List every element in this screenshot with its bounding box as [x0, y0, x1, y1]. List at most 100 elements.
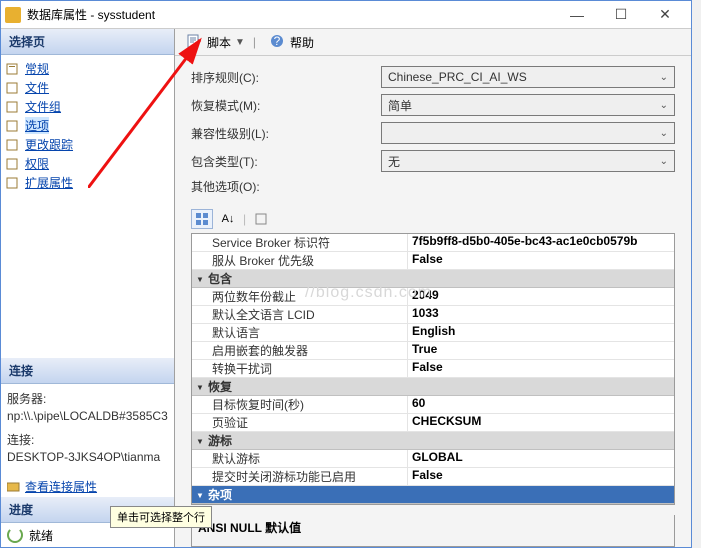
- window-buttons: — ☐ ✕: [555, 3, 687, 27]
- property-category[interactable]: ▾包含: [192, 270, 674, 288]
- page-icon: [5, 138, 21, 152]
- contain-label: 包含类型(T):: [191, 153, 381, 170]
- view-connection-link[interactable]: 查看连接属性: [1, 476, 174, 497]
- help-icon: ?: [270, 34, 286, 50]
- contain-combo[interactable]: 无⌄: [381, 150, 675, 172]
- other-label: 其他选项(O):: [191, 178, 381, 195]
- select-page-header: 选择页: [1, 29, 174, 55]
- connection-label: 连接:: [7, 431, 168, 448]
- sidebar-item-options[interactable]: 选项: [3, 116, 172, 135]
- connection-value: DESKTOP-3JKS4OP\tianma: [7, 450, 168, 464]
- property-key: 提交时关闭游标功能已启用: [192, 468, 408, 485]
- sidebar-item-permissions[interactable]: 权限: [3, 154, 172, 173]
- titlebar[interactable]: 数据库属性 - sysstudent — ☐ ✕: [1, 1, 691, 29]
- collation-label: 排序规则(C):: [191, 69, 381, 86]
- compat-label: 兼容性级别(L):: [191, 125, 381, 142]
- compat-combo[interactable]: ⌄: [381, 122, 675, 144]
- other-row: 其他选项(O):: [191, 178, 675, 195]
- recovery-row: 恢复模式(M): 简单⌄: [191, 94, 675, 116]
- page-icon: [5, 100, 21, 114]
- property-value: CHECKSUM: [408, 414, 674, 431]
- category-label: 包含: [208, 270, 232, 287]
- compat-row: 兼容性级别(L): ⌄: [191, 122, 675, 144]
- chevron-down-icon: ⌄: [660, 128, 668, 139]
- collation-combo[interactable]: Chinese_PRC_CI_AI_WS⌄: [381, 66, 675, 88]
- page-icon: [5, 81, 21, 95]
- property-key: Service Broker 标识符: [192, 234, 408, 251]
- chevron-down-icon: ⌄: [660, 100, 668, 111]
- connection-icon: [7, 481, 21, 493]
- property-key: 转换干扰词: [192, 360, 408, 377]
- property-key: 默认全文语言 LCID: [192, 306, 408, 323]
- grid-toolbar: A↓ |: [175, 207, 691, 233]
- property-row[interactable]: 默认游标GLOBAL: [192, 450, 674, 468]
- page-tree: 常规 文件 文件组 选项 更改跟踪 权限 扩展属性: [1, 55, 174, 196]
- property-row[interactable]: Service Broker 标识符7f5b9ff8-d5b0-405e-bc4…: [192, 234, 674, 252]
- property-row[interactable]: 转换干扰词False: [192, 360, 674, 378]
- property-value: True: [408, 342, 674, 359]
- dialog-window: 数据库属性 - sysstudent — ☐ ✕ 选择页 常规 文件 文件组 选…: [0, 0, 692, 548]
- property-key: 页验证: [192, 414, 408, 431]
- sidebar-item-label: 扩展属性: [25, 174, 73, 191]
- sidebar-item-files[interactable]: 文件: [3, 78, 172, 97]
- chevron-down-icon: ⌄: [660, 156, 668, 167]
- property-row[interactable]: ANSI NULL 默认值False: [192, 504, 674, 505]
- property-row[interactable]: 两位数年份截止2049: [192, 288, 674, 306]
- category-label: 游标: [208, 432, 232, 449]
- property-row[interactable]: 默认语言English: [192, 324, 674, 342]
- property-row[interactable]: 提交时关闭游标功能已启用False: [192, 468, 674, 486]
- recovery-label: 恢复模式(M):: [191, 97, 381, 114]
- help-button[interactable]: ? 帮助: [266, 32, 318, 53]
- property-category[interactable]: ▾杂项: [192, 486, 674, 504]
- property-row[interactable]: 服从 Broker 优先级False: [192, 252, 674, 270]
- description-box: ANSI NULL 默认值: [191, 515, 675, 547]
- maximize-button[interactable]: ☐: [599, 3, 643, 27]
- svg-text:?: ?: [274, 34, 281, 48]
- property-key: 默认游标: [192, 450, 408, 467]
- connection-panel: 服务器: np:\\.\pipe\LOCALDB#3585C37 连接: DES…: [1, 384, 174, 476]
- close-button[interactable]: ✕: [643, 3, 687, 27]
- property-value: False: [408, 504, 674, 505]
- property-key: 启用嵌套的触发器: [192, 342, 408, 359]
- script-label: 脚本: [207, 34, 231, 51]
- sidebar: 选择页 常规 文件 文件组 选项 更改跟踪 权限 扩展属性 连接 服务器: np…: [1, 29, 175, 547]
- sidebar-item-label: 文件组: [25, 98, 61, 115]
- sidebar-item-label: 选项: [25, 117, 49, 134]
- toolbar: 脚本 ▼ | ? 帮助: [175, 29, 691, 56]
- minimize-button[interactable]: —: [555, 3, 599, 27]
- properties-button[interactable]: [250, 209, 272, 229]
- property-value: English: [408, 324, 674, 341]
- page-icon: [5, 62, 21, 76]
- property-category[interactable]: ▾游标: [192, 432, 674, 450]
- sidebar-item-label: 权限: [25, 155, 49, 172]
- page-icon: [5, 119, 21, 133]
- property-value: 7f5b9ff8-d5b0-405e-bc43-ac1e0cb0579b: [408, 234, 674, 251]
- main-panel: 脚本 ▼ | ? 帮助 排序规则(C): Chinese_PRC_CI_AI_W…: [175, 29, 691, 547]
- property-key: ANSI NULL 默认值: [192, 504, 408, 505]
- category-label: 杂项: [208, 486, 232, 503]
- view-connection-label: 查看连接属性: [25, 478, 97, 495]
- sidebar-item-general[interactable]: 常规: [3, 59, 172, 78]
- collapse-icon: ▾: [192, 488, 208, 502]
- sidebar-item-changetracking[interactable]: 更改跟踪: [3, 135, 172, 154]
- property-row[interactable]: 启用嵌套的触发器True: [192, 342, 674, 360]
- collation-value: Chinese_PRC_CI_AI_WS: [388, 70, 527, 84]
- property-category[interactable]: ▾恢复: [192, 378, 674, 396]
- sidebar-item-filegroups[interactable]: 文件组: [3, 97, 172, 116]
- contain-value: 无: [388, 153, 400, 170]
- server-label: 服务器:: [7, 390, 168, 407]
- recovery-combo[interactable]: 简单⌄: [381, 94, 675, 116]
- progress-panel: 就绪: [1, 523, 174, 547]
- property-row[interactable]: 默认全文语言 LCID1033: [192, 306, 674, 324]
- property-key: 默认语言: [192, 324, 408, 341]
- collation-row: 排序规则(C): Chinese_PRC_CI_AI_WS⌄: [191, 66, 675, 88]
- property-row[interactable]: 页验证CHECKSUM: [192, 414, 674, 432]
- description-title: ANSI NULL 默认值: [198, 519, 668, 536]
- script-button[interactable]: 脚本 ▼ |: [183, 32, 260, 53]
- sidebar-item-extendedprops[interactable]: 扩展属性: [3, 173, 172, 192]
- property-grid[interactable]: Service Broker 标识符7f5b9ff8-d5b0-405e-bc4…: [191, 233, 675, 505]
- property-row[interactable]: 目标恢复时间(秒)60: [192, 396, 674, 414]
- categorized-button[interactable]: [191, 209, 213, 229]
- alphabetical-button[interactable]: A↓: [217, 209, 239, 229]
- property-value: GLOBAL: [408, 450, 674, 467]
